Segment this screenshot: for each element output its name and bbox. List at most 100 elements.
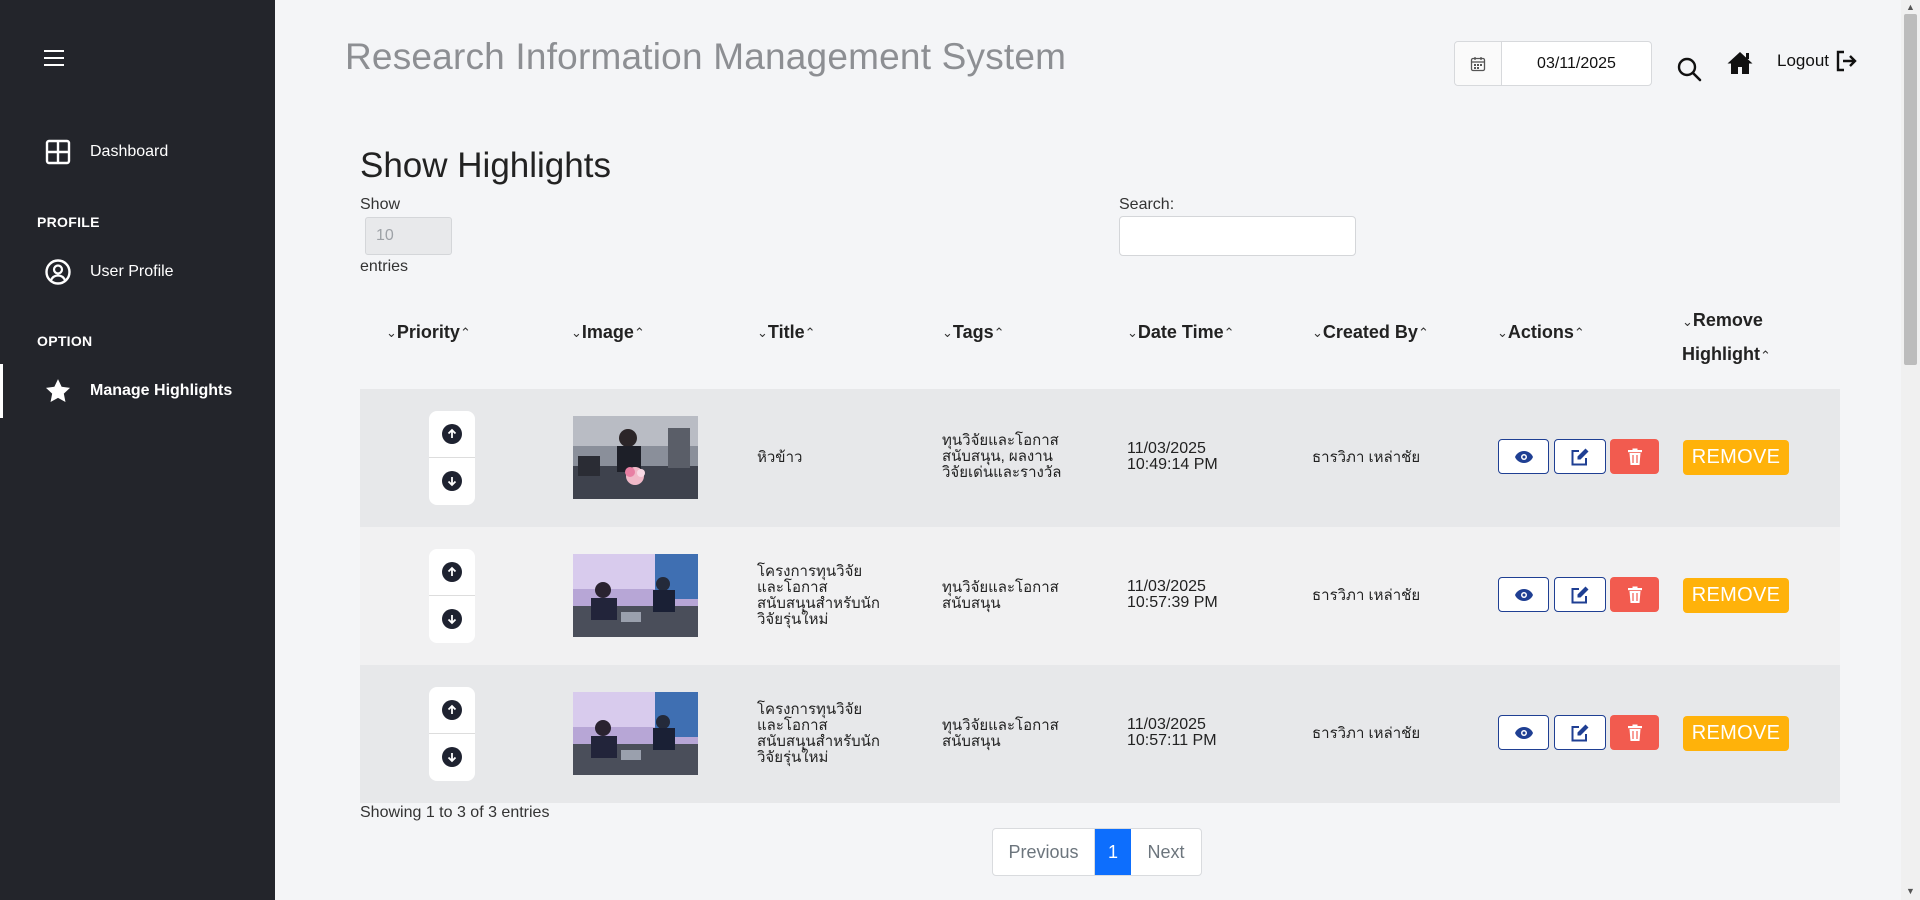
sidebar-item-manage-highlights[interactable]: Manage Highlights (0, 364, 275, 418)
column-header-remove-highlight[interactable]: ⌄Remove Highlight⌃ (1682, 304, 1771, 372)
eye-icon (1514, 726, 1533, 739)
cell-date-time: 11/03/2025 10:57:39 PM (1127, 578, 1218, 611)
entries-label: entries (360, 258, 409, 275)
arrow-down-icon[interactable] (442, 747, 462, 767)
column-header-title[interactable]: ⌄ Title ⌃ (757, 322, 816, 343)
sidebar-item-label: Dashboard (90, 143, 169, 160)
pagination: Previous 1 Next (992, 828, 1202, 876)
remove-highlight-button[interactable]: REMOVE (1683, 578, 1789, 613)
cell-created-by: ธารวิภา เหล่าชัย (1312, 725, 1421, 742)
view-button[interactable] (1498, 715, 1549, 750)
cell-title: หิวข้าว (757, 449, 803, 466)
sidebar: Dashboard PROFILE User Profile OPTION Ma… (0, 0, 275, 900)
remove-highlight-button[interactable]: REMOVE (1683, 440, 1789, 475)
eye-icon (1514, 450, 1533, 463)
app-title: Research Information Management System (345, 36, 1067, 77)
home-icon[interactable] (1726, 50, 1754, 76)
sort-asc-icon: ⌃ (1573, 324, 1585, 340)
column-header-created-by[interactable]: ⌄ Created By ⌃ (1312, 322, 1429, 343)
arrow-down-icon[interactable] (442, 609, 462, 629)
page-scrollbar[interactable]: ▲ ▼ (1901, 0, 1920, 900)
pagination-previous-button[interactable]: Previous (993, 829, 1095, 875)
pagination-next-button[interactable]: Next (1131, 829, 1201, 875)
sort-desc-icon: ⌄ (1312, 324, 1323, 340)
logout-icon (1836, 50, 1857, 72)
delete-button[interactable] (1610, 439, 1659, 474)
table-header: ⌄ Priority ⌃ ⌄ Image ⌃ ⌄ Title ⌃ ⌄ Tags ⌃ ⌄ Date … (360, 300, 1840, 389)
remove-highlight-button[interactable]: REMOVE (1683, 716, 1789, 751)
trash-icon (1627, 448, 1642, 465)
sort-asc-icon: ⌃ (1759, 348, 1771, 363)
edit-button[interactable] (1554, 715, 1606, 750)
column-header-image[interactable]: ⌄ Image ⌃ (571, 322, 645, 343)
scroll-up-arrow-icon[interactable]: ▲ (1906, 2, 1915, 12)
sort-desc-icon: ⌄ (1682, 314, 1693, 329)
sidebar-item-user-profile[interactable]: User Profile (0, 245, 275, 299)
sort-desc-icon: ⌄ (942, 324, 953, 340)
edit-icon (1571, 448, 1589, 465)
table-row: โครงการทุนวิจัย และโอกาส สนับสนุนสำหรับนัก… (360, 527, 1840, 665)
arrow-down-icon[interactable] (442, 471, 462, 491)
search-icon[interactable] (1676, 56, 1702, 82)
user-circle-icon (44, 258, 72, 286)
column-header-tags[interactable]: ⌄ Tags ⌃ (942, 322, 1005, 343)
arrow-up-icon[interactable] (442, 700, 462, 720)
view-button[interactable] (1498, 577, 1549, 612)
cell-tags: ทุนวิจัยและโอกาส สนับสนุน, ผลงาน วิจัยเด่น… (942, 432, 1062, 481)
cell-date-time: 11/03/2025 10:49:14 PM (1127, 440, 1218, 473)
grid-icon (44, 138, 72, 166)
highlight-thumbnail (573, 692, 698, 775)
edit-button[interactable] (1554, 439, 1606, 474)
sort-asc-icon: ⌃ (633, 324, 645, 340)
table-row: หิวข้าว ทุนวิจัยและโอกาส สนับสนุน, ผลงานว… (360, 389, 1840, 527)
table-row: โครงการทุนวิจัย และโอกาส สนับสนุนสำหรับนัก… (360, 665, 1840, 803)
column-header-date-time[interactable]: ⌄ Date Time ⌃ (1127, 322, 1235, 343)
table-summary: Showing 1 to 3 of 3 entries (360, 804, 550, 821)
cell-date-time: 11/03/2025 10:57:11 PM (1127, 716, 1217, 749)
pagination-page-button[interactable]: 1 (1095, 829, 1131, 875)
edit-icon (1571, 586, 1589, 603)
sidebar-item-label: Manage Highlights (90, 382, 233, 399)
sort-desc-icon: ⌄ (386, 324, 397, 340)
date-picker[interactable]: 03/11/2025 (1454, 41, 1652, 86)
arrow-up-icon[interactable] (442, 424, 462, 444)
entries-per-page-select[interactable]: 10 (365, 217, 452, 255)
cell-created-by: ธารวิภา เหล่าชัย (1312, 587, 1421, 604)
hamburger-menu-icon[interactable] (44, 50, 64, 66)
trash-icon (1627, 724, 1642, 741)
date-value[interactable]: 03/11/2025 (1502, 42, 1651, 85)
column-header-priority[interactable]: ⌄ Priority ⌃ (386, 322, 471, 343)
arrow-up-icon[interactable] (442, 562, 462, 582)
view-button[interactable] (1498, 439, 1549, 474)
sidebar-item-dashboard[interactable]: Dashboard (0, 125, 275, 179)
scroll-down-arrow-icon[interactable]: ▼ (1906, 886, 1915, 896)
sort-asc-icon: ⌃ (1417, 324, 1429, 340)
sort-desc-icon: ⌄ (1127, 324, 1138, 340)
logout-button[interactable]: Logout (1777, 50, 1857, 72)
scrollbar-thumb[interactable] (1904, 14, 1917, 365)
cell-tags: ทุนวิจัยและโอกาส สนับสนุน (942, 717, 1059, 750)
sort-desc-icon: ⌄ (757, 324, 768, 340)
page-title: Show Highlights (360, 146, 611, 185)
search-input[interactable] (1119, 216, 1356, 256)
eye-icon (1514, 588, 1533, 601)
edit-icon (1571, 724, 1589, 741)
trash-icon (1627, 586, 1642, 603)
delete-button[interactable] (1610, 715, 1659, 750)
show-label: Show (360, 196, 401, 213)
highlight-thumbnail (573, 416, 698, 499)
delete-button[interactable] (1610, 577, 1659, 612)
priority-controls (429, 687, 475, 781)
column-header-actions[interactable]: ⌄ Actions ⌃ (1497, 322, 1585, 343)
highlight-thumbnail (573, 554, 698, 637)
cell-created-by: ธารวิภา เหล่าชัย (1312, 449, 1421, 466)
star-icon (44, 377, 72, 405)
sidebar-item-label: User Profile (90, 263, 174, 280)
priority-controls (429, 549, 475, 643)
cell-title: โครงการทุนวิจัย และโอกาส สนับสนุนสำหรับนัก… (757, 563, 880, 628)
sort-asc-icon: ⌃ (804, 324, 816, 340)
calendar-icon[interactable] (1455, 42, 1502, 85)
section-title-profile: PROFILE (37, 214, 100, 230)
edit-button[interactable] (1554, 577, 1606, 612)
table-body: หิวข้าว ทุนวิจัยและโอกาส สนับสนุน, ผลงานว… (360, 389, 1840, 803)
